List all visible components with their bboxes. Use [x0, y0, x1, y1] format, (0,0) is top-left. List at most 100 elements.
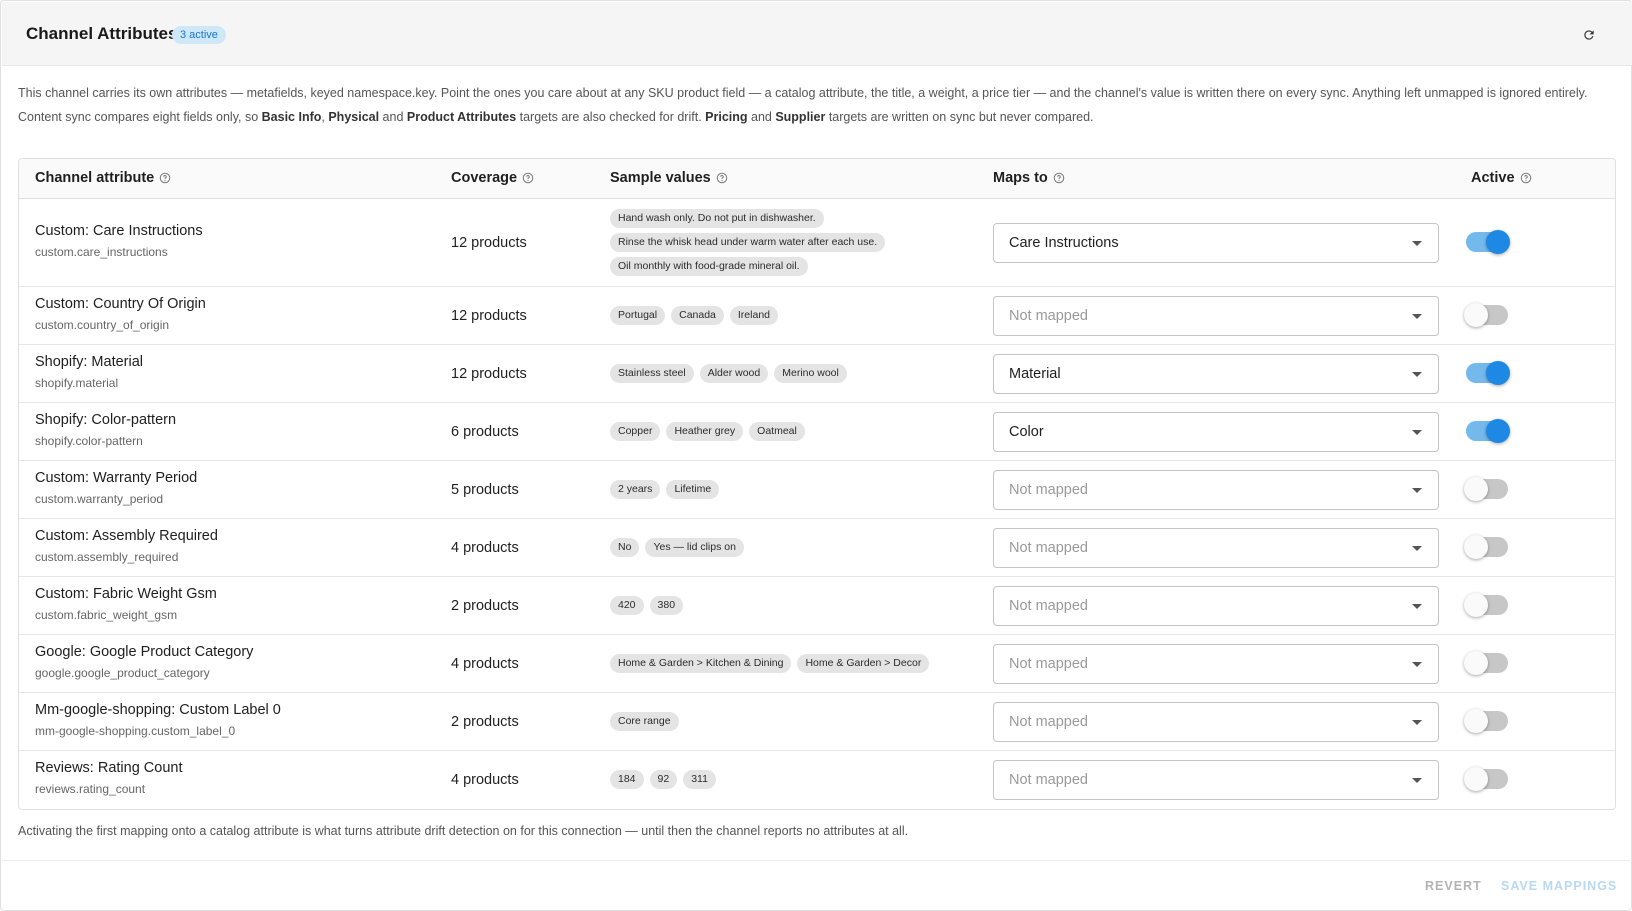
- column-header-active: Active: [1471, 170, 1532, 186]
- maps-to-value: Not mapped: [1009, 714, 1088, 730]
- sample-chip: Portugal: [610, 306, 666, 325]
- coverage-value: 4 products: [451, 772, 519, 788]
- attribute-name: Custom: Warranty Period: [35, 470, 198, 486]
- table-row: Custom: Country Of Origin custom.country_…: [19, 287, 1615, 345]
- active-toggle[interactable]: [1464, 361, 1510, 385]
- attribute-key: mm-google-shopping.custom_label_0: [35, 724, 236, 738]
- column-header-coverage: Coverage: [451, 170, 534, 186]
- table-row: Reviews: Rating Count reviews.rating_coun…: [19, 751, 1615, 809]
- sample-chip: Rinse the whisk head under warm water af…: [610, 233, 886, 252]
- sample-chip: Heather grey: [666, 422, 744, 441]
- maps-to-value: Not mapped: [1009, 482, 1088, 498]
- maps-to-select[interactable]: Not mapped: [993, 702, 1439, 742]
- maps-to-select[interactable]: Not mapped: [993, 528, 1439, 568]
- toggle-knob: [1464, 303, 1488, 327]
- save-mappings-button[interactable]: SAVE MAPPINGS: [1501, 879, 1617, 893]
- help-icon[interactable]: [159, 172, 171, 184]
- table-row: Custom: Fabric Weight Gsm custom.fabric_w…: [19, 577, 1615, 635]
- active-toggle[interactable]: [1464, 303, 1510, 327]
- table-row: Mm-google-shopping: Custom Label 0 mm-goo…: [19, 693, 1615, 751]
- help-icon[interactable]: [716, 172, 728, 184]
- sample-chip: 92: [649, 770, 678, 789]
- sample-values: Core range: [610, 712, 679, 731]
- sample-values: Hand wash only. Do not put in dishwasher…: [610, 209, 886, 276]
- sample-chip: Copper: [610, 422, 661, 441]
- attribute-key: google.google_product_category: [35, 666, 210, 680]
- active-toggle[interactable]: [1464, 477, 1510, 501]
- table-row: Shopify: Color-pattern shopify.color-patt…: [19, 403, 1615, 461]
- sample-chip: 420: [610, 596, 644, 615]
- help-icon[interactable]: [522, 172, 534, 184]
- maps-to-select[interactable]: Not mapped: [993, 296, 1439, 336]
- revert-button[interactable]: REVERT: [1425, 879, 1482, 893]
- attribute-cell: Mm-google-shopping: Custom Label 0 mm-goo…: [35, 702, 281, 738]
- maps-to-value: Not mapped: [1009, 308, 1088, 324]
- coverage-value: 12 products: [451, 308, 527, 324]
- attribute-cell: Custom: Warranty Period custom.warranty_p…: [35, 470, 197, 506]
- active-toggle[interactable]: [1464, 230, 1510, 254]
- active-toggle[interactable]: [1464, 419, 1510, 443]
- column-header-samples: Sample values: [610, 170, 728, 186]
- toggle-knob: [1464, 767, 1488, 791]
- intro-text: This channel carries its own attributes …: [18, 83, 1608, 131]
- table-row: Custom: Assembly Required custom.assembly…: [19, 519, 1615, 577]
- toggle-knob: [1486, 361, 1510, 385]
- toggle-knob: [1464, 477, 1488, 501]
- table-row: Custom: Care Instructions custom.care_ins…: [19, 199, 1615, 287]
- attribute-key: custom.country_of_origin: [35, 318, 170, 332]
- toggle-knob: [1486, 419, 1510, 443]
- attributes-table: Channel attribute Coverage Sample values…: [18, 158, 1616, 810]
- sample-chip: Home & Garden > Decor: [797, 654, 930, 673]
- maps-to-select[interactable]: Care Instructions: [993, 223, 1439, 263]
- maps-to-select[interactable]: Not mapped: [993, 586, 1439, 626]
- active-toggle[interactable]: [1464, 535, 1510, 559]
- table-row: Google: Google Product Category google.go…: [19, 635, 1615, 693]
- caret-down-icon: [1412, 778, 1422, 783]
- coverage-value: 6 products: [451, 424, 519, 440]
- attribute-name: Google: Google Product Category: [35, 644, 254, 660]
- sample-chip: Core range: [610, 712, 679, 731]
- card-header: Channel Attributes 3 active: [2, 2, 1632, 66]
- active-toggle[interactable]: [1464, 593, 1510, 617]
- attribute-key: custom.assembly_required: [35, 550, 179, 564]
- sample-values: 184 92 311: [610, 770, 716, 789]
- maps-to-select[interactable]: Not mapped: [993, 644, 1439, 684]
- sample-values: Copper Heather grey Oatmeal: [610, 422, 805, 441]
- maps-to-value: Color: [1009, 424, 1044, 440]
- maps-to-value: Material: [1009, 366, 1061, 382]
- attribute-name: Shopify: Color-pattern: [35, 412, 177, 428]
- attribute-key: shopify.material: [35, 376, 119, 390]
- caret-down-icon: [1412, 720, 1422, 725]
- maps-to-select[interactable]: Color: [993, 412, 1439, 452]
- refresh-icon: [1584, 30, 1594, 40]
- active-toggle[interactable]: [1464, 709, 1510, 733]
- maps-to-select[interactable]: Not mapped: [993, 470, 1439, 510]
- sample-chip: No: [610, 538, 640, 557]
- attribute-key: reviews.rating_count: [35, 782, 146, 796]
- sample-chip: 2 years: [610, 480, 661, 499]
- caret-down-icon: [1412, 314, 1422, 319]
- attribute-cell: Custom: Fabric Weight Gsm custom.fabric_w…: [35, 586, 217, 622]
- channel-attributes-card: Channel Attributes 3 active This channel…: [0, 0, 1632, 911]
- maps-to-select[interactable]: Material: [993, 354, 1439, 394]
- toggle-knob: [1464, 593, 1488, 617]
- intro-paragraph-2: Content sync compares eight fields only,…: [18, 110, 1094, 124]
- help-icon[interactable]: [1053, 172, 1065, 184]
- sample-chip: Yes — lid clips on: [645, 538, 744, 557]
- active-toggle[interactable]: [1464, 651, 1510, 675]
- help-icon[interactable]: [1520, 172, 1532, 184]
- coverage-value: 4 products: [451, 656, 519, 672]
- refresh-button[interactable]: [1578, 24, 1600, 46]
- attribute-cell: Google: Google Product Category google.go…: [35, 644, 253, 680]
- maps-to-select[interactable]: Not mapped: [993, 760, 1439, 800]
- caret-down-icon: [1412, 604, 1422, 609]
- toggle-knob: [1464, 651, 1488, 675]
- sample-values: Portugal Canada Ireland: [610, 306, 778, 325]
- attribute-name: Mm-google-shopping: Custom Label 0: [35, 702, 281, 718]
- sample-chip: Ireland: [729, 306, 778, 325]
- sample-chip: 184: [610, 770, 644, 789]
- sample-chip: Oil monthly with food-grade mineral oil.: [610, 257, 808, 276]
- active-toggle[interactable]: [1464, 767, 1510, 791]
- sample-values: No Yes — lid clips on: [610, 538, 744, 557]
- maps-to-value: Not mapped: [1009, 772, 1088, 788]
